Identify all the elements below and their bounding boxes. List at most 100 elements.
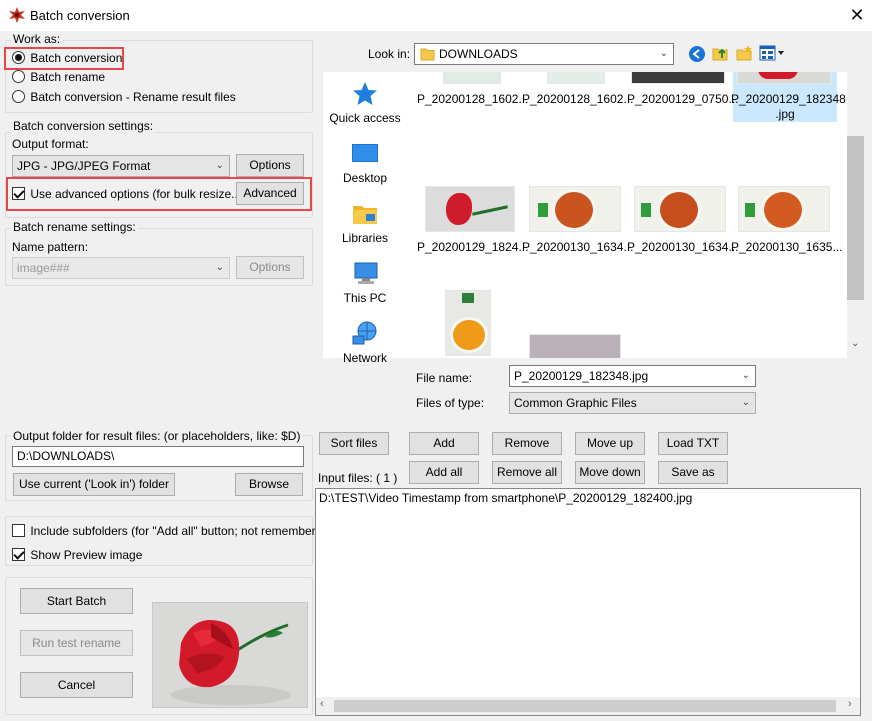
file-label[interactable]: P_20200129_0750... [627,92,738,106]
advanced-button[interactable]: Advanced [236,182,304,205]
chevron-down-icon: ⌄ [215,262,224,273]
file-thumbnail [547,72,605,84]
files-of-type-select[interactable]: Common Graphic Files ⌄ [509,392,756,414]
nav-network[interactable]: Network [323,320,407,365]
show-preview-checkbox[interactable]: Show Preview image [12,548,142,562]
name-pattern-select[interactable]: image### ⌄ [12,257,230,279]
nav-libraries[interactable]: Libraries [323,200,407,245]
tea-thumbnail [634,186,726,232]
file-label[interactable]: P_20200130_1635... [731,240,842,254]
network-icon [352,321,377,345]
nav-label: Desktop [342,171,388,185]
chevron-down-icon: ⌄ [741,397,750,408]
nav-label: This PC [343,291,387,305]
desktop-icon [352,144,378,162]
load-txt-button[interactable]: Load TXT [658,432,728,455]
look-in-label: Look in: [368,47,411,61]
file-browser: P_20200128_1602... P_20200128_1602... P_… [407,72,847,358]
remove-all-button[interactable]: Remove all [492,461,562,484]
run-test-rename-button[interactable]: Run test rename [20,630,133,656]
file-name-label: File name: [416,371,473,385]
back-icon[interactable] [688,45,706,63]
file-thumbnail [631,72,725,84]
radio-selected-icon [12,51,25,64]
use-current-folder-button[interactable]: Use current ('Look in') folder [13,473,175,496]
orange-thumbnail [445,290,491,356]
checkbox-icon [12,524,25,537]
nav-quick-access[interactable]: Quick access [323,80,407,125]
radio-label: Batch conversion [30,51,123,65]
rose-preview-image [153,603,307,707]
work-as-label: Work as: [11,32,63,46]
window-title: Batch conversion [30,8,130,23]
output-format-select[interactable]: JPG - JPG/JPEG Format ⌄ [12,155,230,177]
radio-batch-conversion[interactable]: Batch conversion [12,51,122,65]
file-label[interactable]: P_20200130_1634... [522,240,633,254]
advanced-options-checkbox[interactable]: Use advanced options (for bulk resize...… [12,187,245,201]
file-label-selected[interactable]: P_20200129_182348 [731,92,846,106]
move-up-button[interactable]: Move up [575,432,645,455]
scrollbar-thumb[interactable] [334,700,836,712]
browse-button[interactable]: Browse [235,473,303,496]
star-icon [353,82,377,105]
new-folder-icon[interactable] [735,44,753,62]
output-format-value: JPG - JPG/JPEG Format [17,159,151,173]
look-in-select[interactable]: DOWNLOADS ⌄ [414,43,674,65]
add-button[interactable]: Add [409,432,479,455]
nav-label: Network [342,351,387,365]
radio-conversion-rename[interactable]: Batch conversion - Rename result files [12,90,236,104]
close-icon[interactable]: ✕ [846,4,868,26]
rename-options-button[interactable]: Options [236,256,304,279]
save-as-txt-button[interactable]: Save as TXT [658,461,728,500]
nav-this-pc[interactable]: This PC [323,260,407,305]
nav-label: Quick access [329,111,401,125]
files-of-type-label: Files of type: [416,396,485,410]
radio-label: Batch rename [30,70,106,84]
radio-label: Batch conversion - Rename result files [30,90,236,104]
add-all-button[interactable]: Add all [409,461,479,484]
input-files-list[interactable]: D:\TEST\Video Timestamp from smartphone\… [315,488,861,716]
list-item[interactable]: D:\TEST\Video Timestamp from smartphone\… [319,491,692,505]
scrollbar-thumb[interactable] [847,136,864,300]
checkbox-label: Use advanced options (for bulk resize...… [30,187,246,201]
view-menu-icon[interactable] [759,45,785,61]
include-subfolders-checkbox[interactable]: Include subfolders (for "Add all" button… [12,524,333,538]
file-thumbnail [443,72,501,84]
up-folder-icon[interactable] [711,44,729,62]
move-down-button[interactable]: Move down [575,461,645,484]
file-label[interactable]: P_20200128_1602... [522,92,633,106]
start-batch-button[interactable]: Start Batch [20,588,133,614]
file-thumbnail [529,334,621,358]
radio-icon [12,90,25,103]
checkbox-label: Show Preview image [30,548,143,562]
chevron-down-icon[interactable]: ⌄ [851,338,859,349]
cancel-button[interactable]: Cancel [20,672,133,698]
scroll-right-icon[interactable]: › [848,698,852,710]
conversion-options-button[interactable]: Options [236,154,304,177]
nav-desktop[interactable]: Desktop [323,140,407,185]
tea-thumbnail [529,186,621,232]
chevron-down-icon: ⌄ [215,160,224,171]
file-name-value: P_20200129_182348.jpg [514,369,649,383]
tea-thumbnail [738,186,830,232]
look-in-value: DOWNLOADS [439,47,518,61]
horizontal-scrollbar[interactable]: ‹ › [316,697,860,715]
title-bar: Batch conversion ✕ [0,0,872,31]
name-pattern-label: Name pattern: [12,240,89,254]
sort-files-button[interactable]: Sort files [319,432,389,455]
file-label[interactable]: P_20200130_1634... [627,240,738,254]
chevron-down-icon: ⌄ [741,370,750,381]
file-name-input[interactable]: P_20200129_182348.jpg ⌄ [509,365,756,387]
scroll-left-icon[interactable]: ‹ [320,698,324,710]
output-folder-input[interactable]: D:\DOWNLOADS\ [12,446,304,467]
radio-batch-rename[interactable]: Batch rename [12,70,105,84]
name-pattern-value: image### [17,261,70,275]
file-label-selected-ext[interactable]: .jpg [731,107,839,121]
file-label[interactable]: P_20200129_1824... [417,240,528,254]
file-browser-scrollbar[interactable]: ⌄ [847,72,864,358]
file-thumbnail [737,72,831,84]
file-label[interactable]: P_20200128_1602... [417,92,528,106]
preview-image [152,602,308,708]
nav-label: Libraries [341,231,389,245]
remove-button[interactable]: Remove [492,432,562,455]
